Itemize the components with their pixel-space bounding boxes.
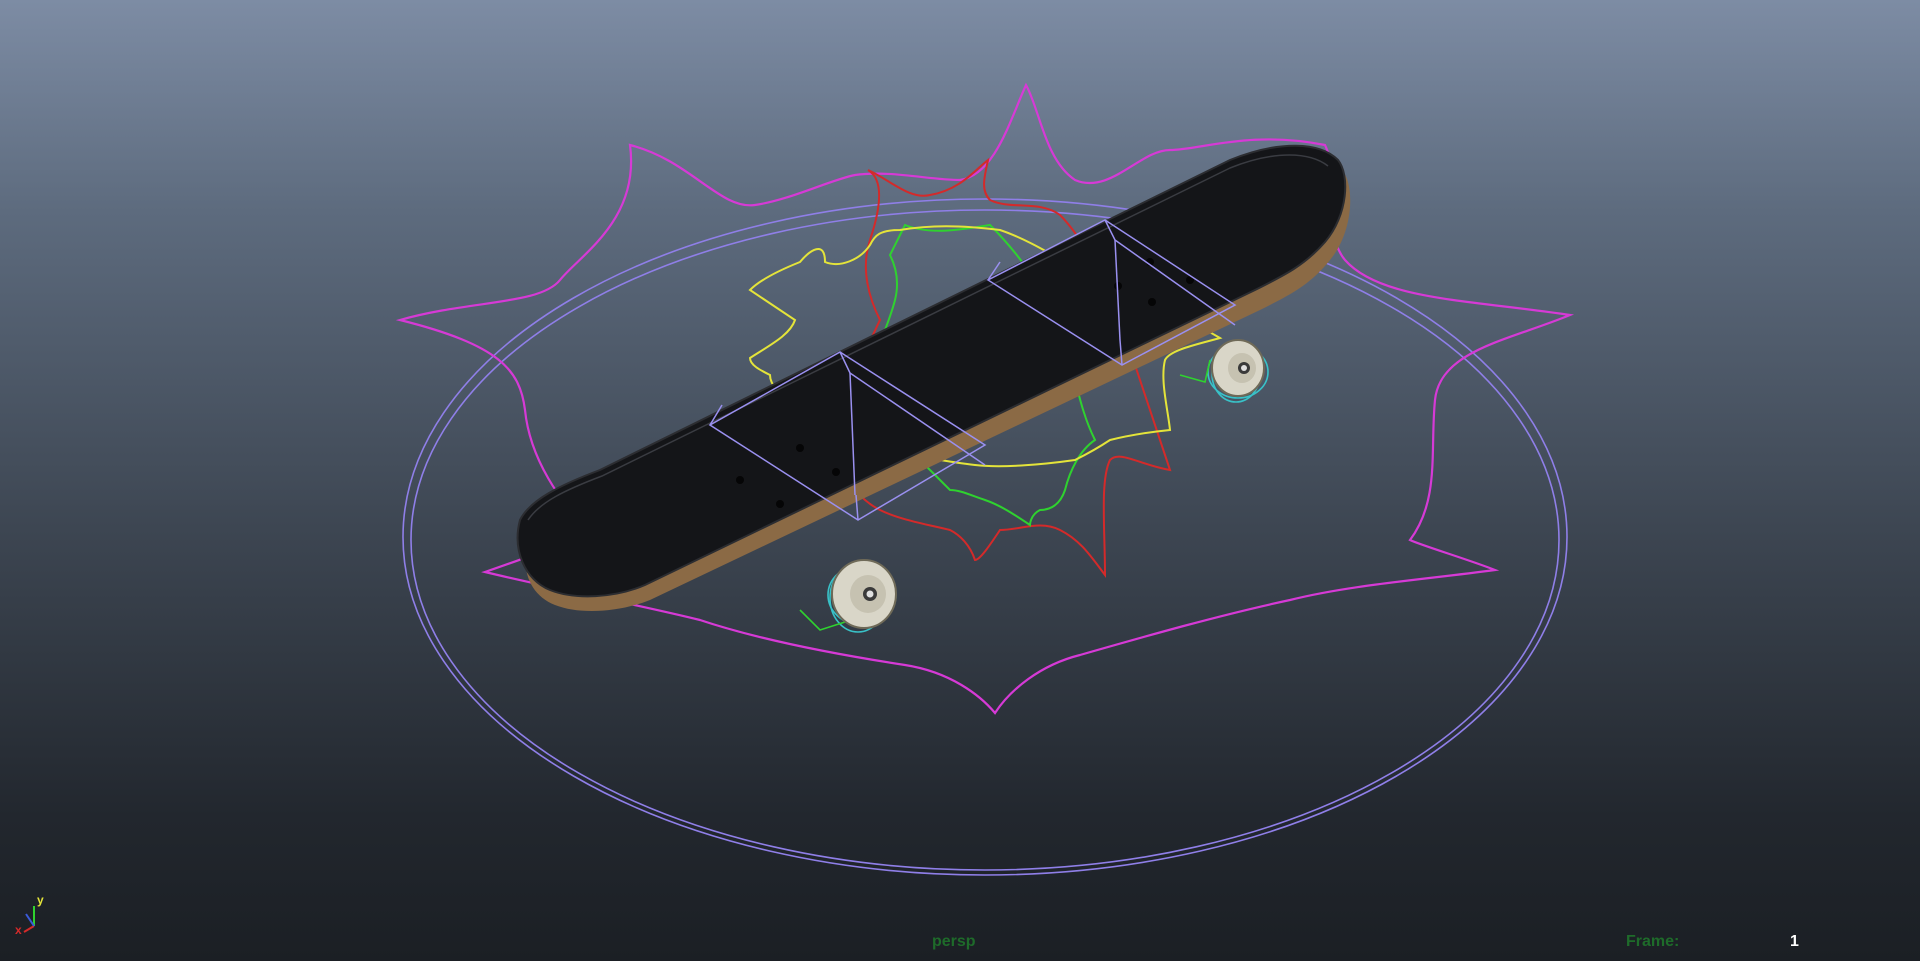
axis-gizmo: y x [15, 893, 44, 936]
x-axis-label: x [15, 923, 22, 936]
camera-name-label: persp [932, 933, 976, 950]
scene-canvas[interactable] [0, 0, 1920, 961]
z-axis-line [25, 913, 35, 927]
front-wheel[interactable] [831, 559, 897, 629]
back-wheel[interactable] [1211, 339, 1265, 397]
perspective-viewport[interactable]: y x persp Frame: 1 [0, 0, 1920, 961]
frame-value: 1 [1790, 933, 1799, 950]
x-axis-line [23, 925, 35, 933]
frame-label: Frame: [1626, 933, 1680, 950]
y-axis-label: y [37, 893, 44, 907]
